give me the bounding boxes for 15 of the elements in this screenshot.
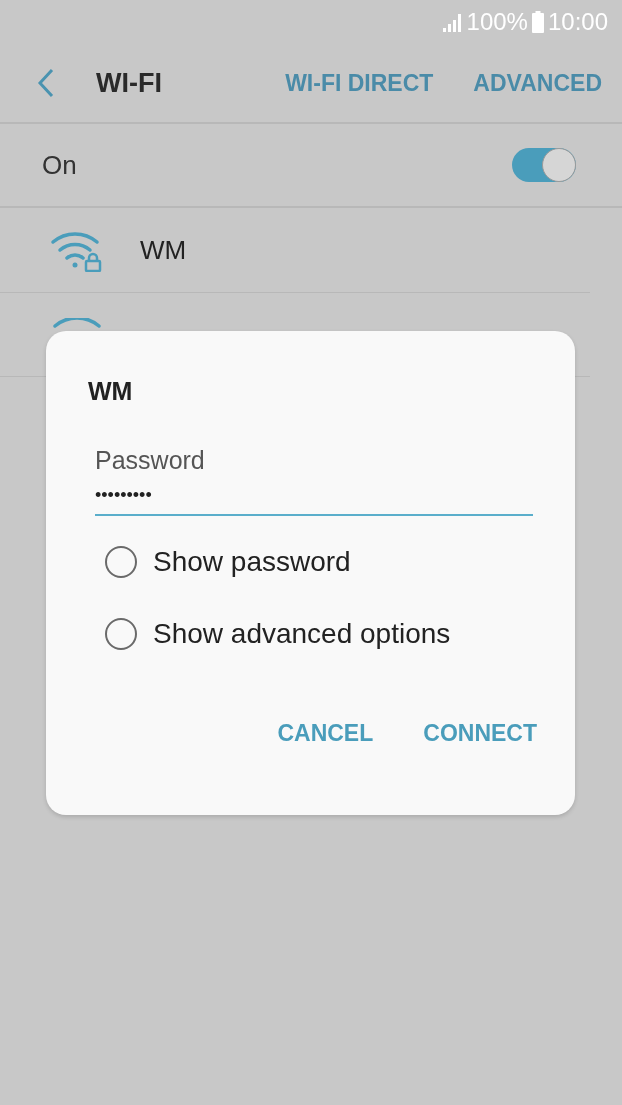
battery-icon (531, 11, 544, 33)
option-label[interactable]: Show advanced options (153, 618, 451, 650)
screen-title: WI-FI (96, 67, 162, 99)
dialog-title: WM (88, 377, 134, 406)
radio-button[interactable] (105, 618, 137, 650)
option-label[interactable]: Show password (153, 546, 351, 578)
password-dots[interactable]: ••••••••• (95, 485, 533, 506)
wifi-icon (53, 318, 101, 328)
toggle-switch[interactable] (512, 148, 576, 182)
wifi-switch-row[interactable]: On (0, 124, 622, 208)
field-label: Password (95, 446, 206, 475)
radio-button[interactable] (105, 546, 137, 578)
network-name[interactable]: WM (140, 234, 187, 266)
signal-icon (440, 12, 463, 32)
password-field[interactable]: Password ••••••••• (95, 446, 533, 516)
